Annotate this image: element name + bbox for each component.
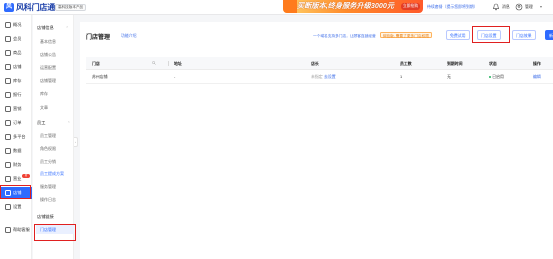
col-store: 门店 <box>92 61 100 66</box>
dashboard-icon <box>5 22 11 28</box>
user-icon[interactable] <box>515 3 523 11</box>
sidebar-item-finance[interactable]: 财务 <box>0 159 32 171</box>
store-name: 苏州店铺 <box>92 74 108 79</box>
col-address: 地址 <box>174 61 182 66</box>
subnav-group-store-info[interactable]: 店铺信息 ⌃ <box>37 25 69 31</box>
sidebar-item-order[interactable]: 订单 <box>0 117 32 129</box>
new-badge: 新 <box>22 174 30 178</box>
column-divider <box>168 61 169 66</box>
status-badge: 已启用 <box>489 70 504 83</box>
subnav-item[interactable]: 员工管理 <box>40 133 56 139</box>
notice-tag[interactable]: 体验版, 需要了更多门店权限 <box>379 32 432 38</box>
subnav-item[interactable]: 店铺管理 <box>40 78 56 84</box>
user-label[interactable]: 管理 <box>525 4 533 10</box>
promo-badge <box>283 0 297 13</box>
chevron-up-icon: ⌃ <box>67 121 71 125</box>
subnav-item[interactable]: 基本信息 <box>40 39 56 45</box>
new-store-button[interactable]: 新增门店 <box>545 30 553 40</box>
business-icon <box>5 176 11 182</box>
main-panel: 门店管理 功能介绍 一个域名支持多门店，让顾客连锁经营 体验版, 需要了更多门店权… <box>80 22 553 259</box>
free-trial-button[interactable]: 免费试用 <box>446 30 470 40</box>
promo-banner[interactable]: 买断版本,终身服务升级3000元 立即抢购 <box>283 0 423 13</box>
member-icon <box>5 36 11 42</box>
page-title: 门店管理 <box>86 35 111 41</box>
sidebar-item-inventory[interactable]: 库存 <box>0 75 32 87</box>
main-sidebar: 概况 会员 商品 店铺 库存 报行 营销 订单 多平台 数据 财务 营业新 店铺… <box>0 15 32 259</box>
store-icon <box>5 64 11 70</box>
app-logo[interactable]: 风 风科门店通 <box>4 2 55 12</box>
staff-count: 1 <box>400 74 403 79</box>
top-bar: 风 风科门店通 高科技版本产品 买断版本,终身服务升级3000元 立即抢购 待续… <box>0 0 553 15</box>
report-icon <box>5 92 11 98</box>
status-text: 已启用 <box>492 74 504 79</box>
logo-text: 风科门店通 <box>16 2 55 12</box>
sidebar-item-store[interactable]: 店铺 <box>0 61 32 73</box>
subnav-item[interactable]: 服务管理 <box>40 184 56 190</box>
sidebar-item-settings[interactable]: 设置 <box>0 201 32 213</box>
sidebar-item-goods[interactable]: 商品 <box>0 47 32 59</box>
renew-link[interactable]: 待续套餐（提示您即将到期） <box>427 4 478 10</box>
sub-sidebar: 店铺信息 ⌃ 基本信息 店铺公告 运营配置 店铺管理 库存 文章 员工 ⌃ 员工管理… <box>33 15 74 259</box>
promo-text: 买断版本,终身服务升级3000元 <box>297 1 395 10</box>
store-manager: 未指定 <box>311 74 323 79</box>
order-icon <box>5 120 11 126</box>
store-address: - <box>174 74 176 79</box>
set-manager-link[interactable]: 去设置 <box>324 70 336 83</box>
subnav-item[interactable]: 角色权限 <box>40 146 56 152</box>
data-icon <box>5 148 11 154</box>
goods-icon <box>5 50 11 56</box>
subnav-item[interactable]: 员工分销 <box>40 159 56 165</box>
subnav-item[interactable]: 员工提成方案 <box>40 171 64 177</box>
sidebar-item-platform[interactable]: 多平台 <box>0 131 32 143</box>
sidebar-item-help[interactable]: 帮助客服 <box>0 224 32 236</box>
sidebar-item-data[interactable]: 数据 <box>0 145 32 157</box>
finance-icon <box>5 162 11 168</box>
sidebar-item-report[interactable]: 报行 <box>0 89 32 101</box>
subnav-item[interactable]: 运营配置 <box>40 65 56 71</box>
subnav-group-staff[interactable]: 员工 ⌃ <box>37 120 70 126</box>
col-status: 状态 <box>489 61 497 66</box>
store-effect-button[interactable]: 门店效果 <box>512 30 536 40</box>
promo-buy-button[interactable]: 立即抢购 <box>400 3 420 10</box>
col-staff: 员工数 <box>400 61 412 66</box>
chevron-up-icon: ⌃ <box>65 26 69 30</box>
subnav-item[interactable]: 店铺公告 <box>40 52 56 58</box>
search-icon[interactable] <box>152 61 156 65</box>
table-row: 苏州店铺 - 未指定 去设置 1 无 已启用 编辑 <box>86 70 553 84</box>
chevron-down-icon[interactable]: ▾ <box>540 4 542 9</box>
help-link[interactable]: 功能介绍 <box>121 33 137 39</box>
inventory-icon <box>5 78 11 84</box>
highlight-box <box>0 185 31 199</box>
edit-link[interactable]: 编辑 <box>533 70 541 83</box>
marketing-icon <box>5 106 11 112</box>
bell-icon[interactable] <box>492 3 500 11</box>
subnav-item[interactable]: 文章 <box>40 105 48 111</box>
col-action: 操作 <box>533 61 541 66</box>
platform-icon <box>5 134 11 140</box>
sidebar-item-overview[interactable]: 概况 <box>0 19 32 31</box>
highlight-box <box>34 224 76 241</box>
collapse-handle[interactable]: ‹ <box>74 137 78 147</box>
expire-date: 无 <box>447 74 451 79</box>
sidebar-item-member[interactable]: 会员 <box>0 33 32 45</box>
subnav-item[interactable]: 库存 <box>40 91 48 97</box>
table-header: 门店 地址 店长 员工数 到期时间 状态 操作 <box>86 57 553 70</box>
version-chip[interactable]: 高科技版本产品 <box>55 4 87 11</box>
status-dot <box>489 75 492 79</box>
settings-icon <box>5 204 11 210</box>
notice-message: 一个域名支持多门店，让顾客连锁经营 <box>313 34 376 38</box>
col-manager: 店长 <box>311 61 319 66</box>
subnav-group-links[interactable]: 店铺链接 <box>37 214 54 220</box>
subnav-item[interactable]: 操作日志 <box>40 197 56 203</box>
logo-mark: 风 <box>4 2 14 12</box>
highlight-box <box>472 26 510 43</box>
help-icon <box>5 227 11 233</box>
col-expire: 到期时间 <box>447 61 463 66</box>
sidebar-item-business[interactable]: 营业新 <box>0 173 32 185</box>
sidebar-item-marketing[interactable]: 营销 <box>0 103 32 115</box>
notify-label[interactable]: 消息 <box>502 4 510 10</box>
notice-text: 一个域名支持多门店，让顾客连锁经营 体验版, 需要了更多门店权限 <box>313 32 432 39</box>
